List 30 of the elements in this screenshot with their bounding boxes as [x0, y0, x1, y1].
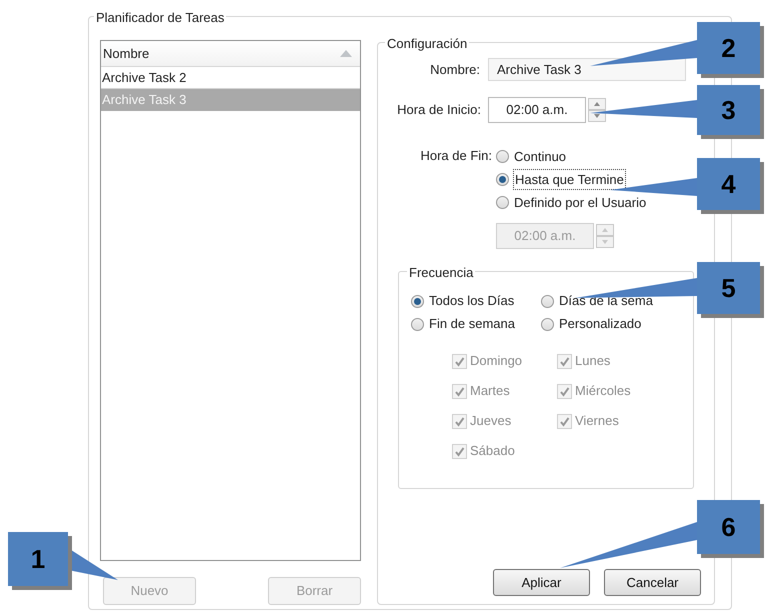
spin-arrows-icon[interactable]	[596, 224, 614, 248]
radio-label[interactable]: Hasta que Termine	[514, 170, 625, 190]
callout-badge: 5	[697, 262, 760, 314]
callout-badge: 3	[697, 85, 760, 135]
radio-label[interactable]: Personalizado	[559, 314, 642, 334]
callout-badge: 2	[697, 22, 760, 74]
callout-badge: 1	[8, 532, 68, 586]
name-field[interactable]: Archive Task 3	[488, 58, 686, 81]
spin-arrows-icon[interactable]	[588, 98, 606, 122]
push-button[interactable]: Aplicar	[493, 569, 590, 596]
push-button[interactable]: Cancelar	[604, 569, 701, 596]
sort-arrow-icon	[340, 50, 352, 57]
field-label: Hora de Fin:	[419, 147, 493, 165]
field-label: Hora de Inicio:	[396, 101, 482, 120]
radio-button[interactable]	[496, 173, 509, 186]
radio-button[interactable]	[496, 150, 509, 163]
radio-label[interactable]: Fin de semana	[429, 314, 515, 334]
radio-button[interactable]	[411, 294, 424, 308]
radio-label[interactable]: Continuo	[514, 146, 566, 166]
radio-label[interactable]: Días de la sema	[559, 291, 653, 311]
callout-badge: 4	[697, 158, 760, 210]
time-field[interactable]: 02:00 a.m.	[488, 97, 586, 123]
radio-label[interactable]: Definido por el Usuario	[514, 192, 646, 212]
radio-label[interactable]: Todos los Días	[429, 291, 514, 311]
radio-button[interactable]	[541, 318, 554, 330]
radio-button[interactable]	[411, 318, 424, 330]
radio-button[interactable]	[496, 196, 509, 209]
radio-button[interactable]	[541, 294, 554, 308]
field-label: Nombre:	[429, 60, 481, 79]
callout-badge: 6	[697, 500, 760, 554]
